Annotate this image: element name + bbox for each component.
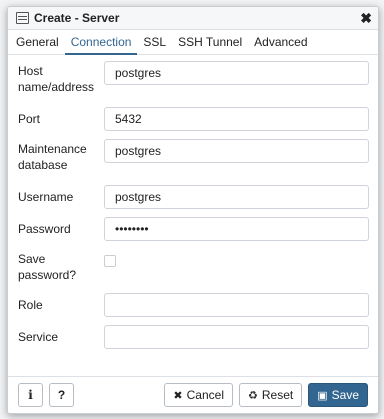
tab-ssl[interactable]: SSL [137, 30, 172, 54]
maintenance-db-input[interactable]: postgres [104, 139, 369, 163]
password-input[interactable]: •••••••• [104, 217, 369, 241]
reset-button[interactable]: ♻ Reset [239, 383, 303, 407]
save-password-row: Save password? [18, 249, 369, 283]
role-input[interactable] [104, 293, 369, 317]
tab-advanced[interactable]: Advanced [248, 30, 313, 54]
create-server-dialog: Create - Server ✖ General Connection SSL… [7, 6, 379, 414]
save-label: Save [331, 388, 359, 402]
host-row: Host name/address postgres [18, 61, 369, 95]
cancel-button[interactable]: ✖ Cancel [164, 383, 233, 407]
help-button[interactable]: ? [49, 383, 74, 407]
close-icon: ✖ [173, 389, 183, 402]
role-row: Role [18, 293, 369, 317]
tab-ssh-tunnel[interactable]: SSH Tunnel [172, 30, 248, 54]
host-label: Host name/address [18, 64, 95, 94]
save-button[interactable]: ▣ Save [308, 383, 368, 407]
port-input[interactable]: 5432 [104, 107, 369, 131]
port-label: Port [18, 112, 41, 126]
maintenance-db-label: Maintenance database [18, 142, 87, 172]
maintenance-db-row: Maintenance database postgres [18, 139, 369, 173]
dialog-footer: i ? ✖ Cancel ♻ Reset ▣ Save [8, 376, 378, 413]
tab-general[interactable]: General [10, 30, 65, 54]
cancel-label: Cancel [186, 388, 224, 402]
service-row: Service [18, 325, 369, 349]
server-icon [16, 12, 29, 24]
host-input[interactable]: postgres [104, 61, 369, 85]
save-password-label: Save password? [18, 252, 77, 282]
password-row: Password •••••••• [18, 217, 369, 241]
dialog-titlebar: Create - Server ✖ [8, 7, 378, 30]
service-label: Service [18, 330, 59, 344]
tab-bar: General Connection SSL SSH Tunnel Advanc… [8, 30, 378, 55]
connection-form: Host name/address postgres Port 5432 Mai… [8, 55, 378, 376]
save-password-checkbox[interactable] [104, 255, 116, 267]
info-button[interactable]: i [18, 383, 43, 407]
service-input[interactable] [104, 325, 369, 349]
username-input[interactable]: postgres [104, 185, 369, 209]
recycle-icon: ♻ [248, 389, 258, 402]
close-icon[interactable]: ✖ [360, 10, 372, 27]
floppy-disk-icon: ▣ [317, 389, 328, 402]
username-label: Username [18, 190, 74, 204]
username-row: Username postgres [18, 185, 369, 209]
password-label: Password [18, 222, 71, 236]
reset-label: Reset [261, 388, 294, 402]
tab-connection[interactable]: Connection [64, 30, 138, 55]
port-row: Port 5432 [18, 107, 369, 131]
role-label: Role [18, 298, 43, 312]
dialog-title: Create - Server [34, 11, 120, 25]
